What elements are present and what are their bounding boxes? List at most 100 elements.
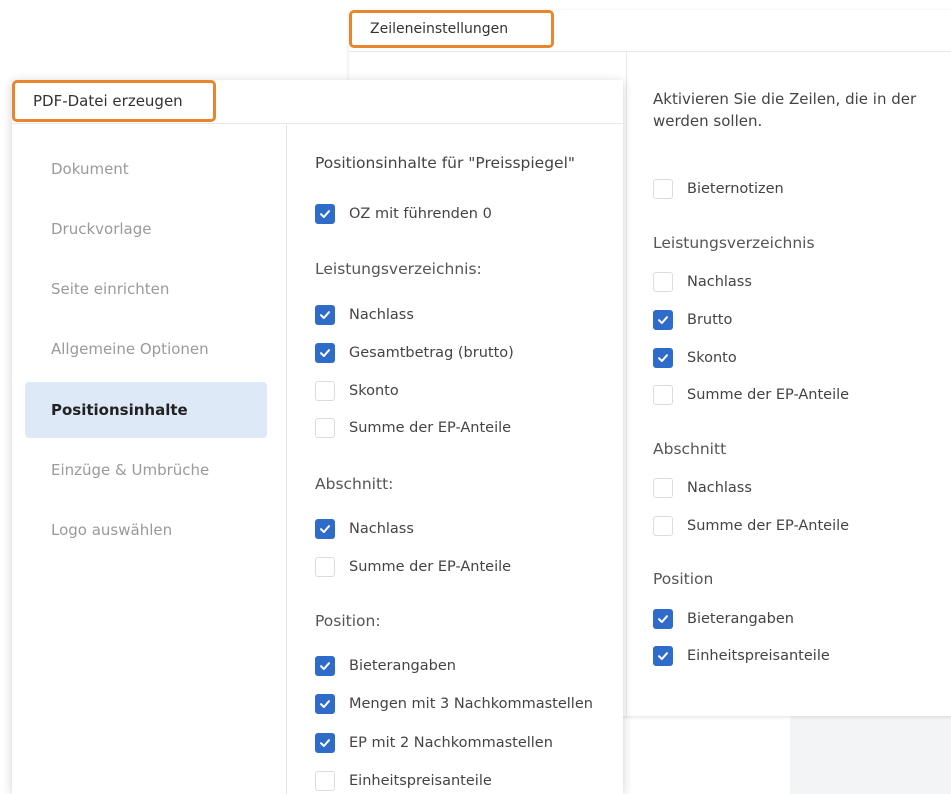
section-title-2: Position bbox=[653, 570, 714, 588]
checkbox[interactable] bbox=[653, 179, 673, 199]
checkbox[interactable] bbox=[315, 305, 335, 325]
checkbox[interactable] bbox=[653, 516, 673, 536]
nav-item-2[interactable]: Seite einrichten bbox=[25, 261, 267, 317]
checkbox[interactable] bbox=[653, 385, 673, 405]
checkbox-label: Summe der EP-Anteile bbox=[349, 420, 512, 436]
row-settings-divider bbox=[626, 51, 627, 716]
pdf-export-header: PDF-Datei erzeugen bbox=[12, 80, 623, 124]
checkbox[interactable] bbox=[315, 418, 335, 438]
checkbox-label: Einheitspreisanteile bbox=[687, 648, 830, 664]
checkbox-label: EP mit 2 Nachkommastellen bbox=[349, 735, 553, 751]
checkbox-label: Einheitspreisanteile bbox=[349, 773, 492, 789]
checkbox-label: Bieterangaben bbox=[349, 658, 456, 674]
content-option-2-1[interactable]: Mengen mit 3 Nachkommastellen bbox=[315, 694, 593, 714]
checkbox-label: Bieternotizen bbox=[687, 181, 784, 197]
checkbox[interactable] bbox=[653, 348, 673, 368]
checkbox-label: Summe der EP-Anteile bbox=[349, 559, 512, 575]
checkbox-label: Bieterangaben bbox=[687, 611, 794, 627]
checkbox[interactable] bbox=[315, 771, 335, 791]
nav-item-label: Dokument bbox=[51, 160, 129, 178]
checkbox-label: Skonto bbox=[687, 350, 737, 366]
background-panel bbox=[790, 716, 951, 794]
checkbox-label: OZ mit führenden 0 bbox=[349, 206, 492, 222]
checkbox-label: Skonto bbox=[349, 383, 399, 399]
content-section-title-2: Position: bbox=[315, 612, 381, 630]
checkbox[interactable] bbox=[653, 646, 673, 666]
checkbox[interactable] bbox=[653, 478, 673, 498]
row-option-2-0[interactable]: Bieterangaben bbox=[653, 609, 794, 629]
nav-item-0[interactable]: Dokument bbox=[25, 141, 267, 197]
content-option-2-0[interactable]: Bieterangaben bbox=[315, 656, 456, 676]
nav-item-5[interactable]: Einzüge & Umbrüche bbox=[25, 442, 267, 498]
option-oz-fuehrende-null[interactable]: OZ mit führenden 0 bbox=[315, 204, 492, 224]
check-icon bbox=[658, 652, 668, 660]
row-settings-intro: Aktivieren Sie die Zeilen, die in der we… bbox=[653, 90, 917, 130]
nav-item-label: Einzüge & Umbrüche bbox=[51, 461, 210, 479]
pdf-export-divider bbox=[286, 123, 287, 794]
checkbox[interactable] bbox=[653, 310, 673, 330]
check-icon bbox=[658, 316, 668, 324]
row-option-0-3[interactable]: Summe der EP-Anteile bbox=[653, 385, 849, 405]
checkbox[interactable] bbox=[315, 557, 335, 577]
content-option-1-0[interactable]: Nachlass bbox=[315, 519, 414, 539]
checkbox-label: Summe der EP-Anteile bbox=[687, 518, 850, 534]
row-option-0-1[interactable]: Brutto bbox=[653, 310, 732, 330]
check-icon bbox=[658, 615, 668, 623]
section-title-0: Leistungsverzeichnis bbox=[653, 234, 815, 252]
checkbox-label: Nachlass bbox=[349, 521, 414, 537]
row-option-2-1[interactable]: Einheitspreisanteile bbox=[653, 646, 830, 666]
section-title-1: Abschnitt bbox=[653, 440, 727, 458]
checkbox-label: Mengen mit 3 Nachkommastellen bbox=[349, 696, 593, 712]
row-option-1-1[interactable]: Summe der EP-Anteile bbox=[653, 516, 849, 536]
checkbox[interactable] bbox=[315, 656, 335, 676]
pdf-export-dialog: PDF-Datei erzeugen Dokument Druckvorlage S… bbox=[12, 80, 623, 794]
nav-item-label: Logo auswählen bbox=[51, 521, 173, 539]
checkbox[interactable] bbox=[315, 694, 335, 714]
row-option-1-0[interactable]: Nachlass bbox=[653, 478, 752, 498]
content-option-2-2[interactable]: EP mit 2 Nachkommastellen bbox=[315, 733, 553, 753]
row-settings-header: Zeileneinstellungen bbox=[349, 10, 951, 52]
checkbox[interactable] bbox=[315, 204, 335, 224]
content-section-title-1: Abschnitt: bbox=[315, 475, 394, 493]
check-icon bbox=[320, 349, 330, 357]
content-option-0-2[interactable]: Skonto bbox=[315, 381, 399, 401]
checkbox[interactable] bbox=[653, 609, 673, 629]
checkbox[interactable] bbox=[315, 343, 335, 363]
check-icon bbox=[658, 354, 668, 362]
row-option-0-2[interactable]: Skonto bbox=[653, 348, 737, 368]
content-heading: Positionsinhalte für "Preisspiegel" bbox=[315, 154, 576, 172]
check-icon bbox=[320, 311, 330, 319]
checkbox[interactable] bbox=[653, 272, 673, 292]
checkbox-label: Gesamtbetrag (brutto) bbox=[349, 345, 514, 361]
nav-item-3[interactable]: Allgemeine Optionen bbox=[25, 321, 267, 377]
check-icon bbox=[320, 210, 330, 218]
check-icon bbox=[320, 662, 330, 670]
pdf-export-title: PDF-Datei erzeugen bbox=[12, 80, 216, 122]
content-section-title-0: Leistungsverzeichnis: bbox=[315, 260, 482, 278]
checkbox-label: Nachlass bbox=[687, 480, 752, 496]
row-option-0-0[interactable]: Nachlass bbox=[653, 272, 752, 292]
row-settings-title: Zeileneinstellungen bbox=[349, 10, 554, 48]
check-icon bbox=[320, 700, 330, 708]
content-option-1-1[interactable]: Summe der EP-Anteile bbox=[315, 557, 511, 577]
checkbox[interactable] bbox=[315, 733, 335, 753]
check-icon bbox=[320, 525, 330, 533]
checkbox-label: Nachlass bbox=[349, 307, 414, 323]
nav-item-label: Seite einrichten bbox=[51, 280, 170, 298]
content-option-0-1[interactable]: Gesamtbetrag (brutto) bbox=[315, 343, 514, 363]
content-option-2-3[interactable]: Einheitspreisanteile bbox=[315, 771, 492, 791]
nav-item-label: Positionsinhalte bbox=[51, 401, 188, 419]
nav-item-6[interactable]: Logo auswählen bbox=[25, 502, 267, 558]
checkbox-label: Nachlass bbox=[687, 274, 752, 290]
checkbox-label: Summe der EP-Anteile bbox=[687, 387, 850, 403]
check-icon bbox=[320, 739, 330, 747]
nav-item-label: Allgemeine Optionen bbox=[51, 340, 209, 358]
checkbox[interactable] bbox=[315, 519, 335, 539]
checkbox-label: Brutto bbox=[687, 312, 733, 328]
option-bieternotizen[interactable]: Bieternotizen bbox=[653, 179, 784, 199]
nav-item-1[interactable]: Druckvorlage bbox=[25, 201, 267, 257]
content-option-0-0[interactable]: Nachlass bbox=[315, 305, 414, 325]
nav-item-4[interactable]: Positionsinhalte bbox=[25, 382, 267, 438]
checkbox[interactable] bbox=[315, 381, 335, 401]
content-option-0-3[interactable]: Summe der EP-Anteile bbox=[315, 418, 511, 438]
